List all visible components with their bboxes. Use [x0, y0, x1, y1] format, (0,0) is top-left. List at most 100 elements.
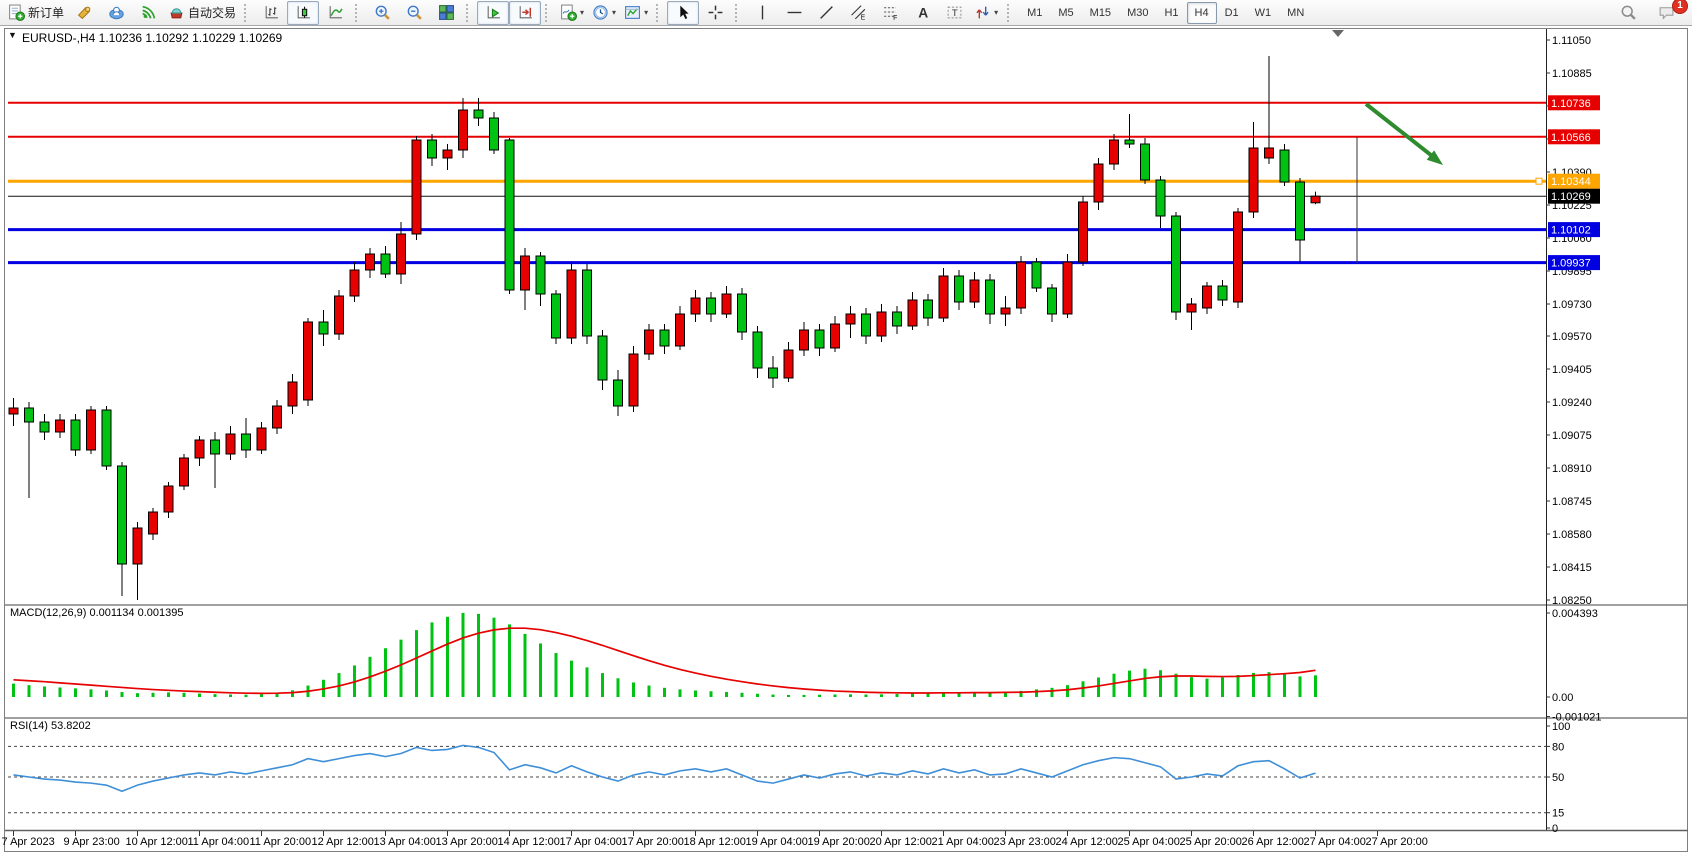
- svg-text:0: 0: [1552, 823, 1558, 835]
- svg-text:10 Apr 12:00: 10 Apr 12:00: [126, 836, 188, 848]
- timeframe-h4-button[interactable]: H4: [1187, 2, 1217, 24]
- chart-shift-button[interactable]: [509, 1, 541, 25]
- crosshair-button[interactable]: [699, 1, 731, 25]
- tile-icon: [438, 4, 455, 21]
- svg-text:24 Apr 12:00: 24 Apr 12:00: [1056, 836, 1118, 848]
- notification-badge: 1: [1672, 0, 1688, 14]
- text-label-button[interactable]: T: [938, 1, 970, 25]
- label-icon: T: [946, 4, 963, 21]
- svg-text:50: 50: [1552, 772, 1564, 784]
- svg-text:21 Apr 04:00: 21 Apr 04:00: [932, 836, 994, 848]
- timeframe-w1-button[interactable]: W1: [1247, 2, 1280, 24]
- svg-text:A: A: [918, 4, 928, 20]
- svg-text:25 Apr 04:00: 25 Apr 04:00: [1118, 836, 1180, 848]
- tile-windows-button[interactable]: [430, 1, 462, 25]
- periods-button[interactable]: ▾: [588, 1, 620, 25]
- search-icon: [1620, 4, 1637, 21]
- svg-text:15: 15: [1552, 808, 1564, 820]
- svg-text:1.08415: 1.08415: [1552, 562, 1592, 574]
- community-button[interactable]: [100, 1, 132, 25]
- dropdown-caret-icon: ▾: [612, 9, 616, 17]
- svg-text:1.08910: 1.08910: [1552, 463, 1592, 475]
- svg-text:1.08250: 1.08250: [1552, 595, 1592, 607]
- zoom-in-icon: [374, 4, 391, 21]
- macd-indicator-label: MACD(12,26,9) 0.001134 0.001395: [10, 607, 183, 619]
- cursor-icon: [675, 4, 692, 21]
- community-icon: [108, 4, 125, 21]
- text-icon: A: [914, 4, 931, 21]
- svg-text:9 Apr 23:00: 9 Apr 23:00: [64, 836, 120, 848]
- svg-text:1.09570: 1.09570: [1552, 331, 1592, 343]
- toolbar-grip: [656, 4, 663, 22]
- svg-text:14 Apr 12:00: 14 Apr 12:00: [498, 836, 560, 848]
- one-click-trading-toggle-icon[interactable]: ▼: [8, 30, 17, 40]
- svg-text:F: F: [893, 15, 897, 21]
- arrows-button[interactable]: ▾: [970, 1, 1002, 25]
- toolbar-grip: [735, 4, 742, 22]
- text-button[interactable]: A: [906, 1, 938, 25]
- new-order-label: 新订单: [28, 4, 64, 21]
- timeframe-d1-button[interactable]: D1: [1217, 2, 1247, 24]
- candlestick-chart-button[interactable]: [287, 1, 319, 25]
- rsi-indicator-label: RSI(14) 53.8202: [10, 720, 91, 732]
- svg-text:25 Apr 20:00: 25 Apr 20:00: [1180, 836, 1242, 848]
- timeframe-toolbar: M1M5M15M30H1H4D1W1MN: [1019, 2, 1312, 24]
- svg-text:0.00: 0.00: [1552, 692, 1573, 704]
- dropdown-caret-icon: ▾: [580, 9, 584, 17]
- auto-scroll-button[interactable]: [477, 1, 509, 25]
- cursor-button[interactable]: [667, 1, 699, 25]
- toolbar-grip: [355, 4, 362, 22]
- timeframe-h1-button[interactable]: H1: [1156, 2, 1186, 24]
- timeframe-m1-button[interactable]: M1: [1019, 2, 1050, 24]
- templates-button[interactable]: ▾: [620, 1, 652, 25]
- trendline-button[interactable]: [810, 1, 842, 25]
- svg-text:27 Apr 04:00: 27 Apr 04:00: [1304, 836, 1366, 848]
- svg-text:1.09730: 1.09730: [1552, 299, 1592, 311]
- svg-text:18 Apr 12:00: 18 Apr 12:00: [684, 836, 746, 848]
- vertical-line-button[interactable]: [746, 1, 778, 25]
- svg-text:1.10344: 1.10344: [1551, 176, 1591, 188]
- svg-text:1.10566: 1.10566: [1551, 132, 1591, 144]
- fibonacci-button[interactable]: F: [874, 1, 906, 25]
- search-button[interactable]: [1612, 1, 1644, 25]
- svg-text:17 Apr 04:00: 17 Apr 04:00: [560, 836, 622, 848]
- svg-text:1.08745: 1.08745: [1552, 496, 1592, 508]
- autotrading-label: 自动交易: [188, 4, 236, 21]
- channel-icon: E: [850, 4, 867, 21]
- chat-button[interactable]: 1: [1650, 1, 1682, 25]
- equidistant-channel-button[interactable]: E: [842, 1, 874, 25]
- vline-icon: [754, 4, 771, 21]
- timeframe-m5-button[interactable]: M5: [1050, 2, 1081, 24]
- signals-button[interactable]: [132, 1, 164, 25]
- svg-text:1.10269: 1.10269: [1551, 191, 1591, 203]
- svg-text:1.10736: 1.10736: [1551, 98, 1591, 110]
- timeframe-m30-button[interactable]: M30: [1119, 2, 1156, 24]
- timeframe-mn-button[interactable]: MN: [1279, 2, 1312, 24]
- svg-text:E: E: [860, 14, 865, 21]
- candlestick-icon: [295, 4, 312, 21]
- svg-text:11 Apr 04:00: 11 Apr 04:00: [188, 836, 250, 848]
- svg-text:7 Apr 2023: 7 Apr 2023: [2, 836, 55, 848]
- line-chart-button[interactable]: [319, 1, 351, 25]
- svg-text:80: 80: [1552, 741, 1564, 753]
- svg-text:19 Apr 20:00: 19 Apr 20:00: [808, 836, 870, 848]
- line-handle[interactable]: [1536, 178, 1542, 184]
- new-order-icon: [8, 4, 25, 21]
- zoom-out-button[interactable]: [398, 1, 430, 25]
- zoom-in-button[interactable]: [366, 1, 398, 25]
- autotrading-icon: [168, 4, 185, 21]
- new-order-button[interactable]: 新订单: [4, 1, 68, 25]
- signals-icon: [140, 4, 157, 21]
- svg-text:0.004393: 0.004393: [1552, 608, 1598, 620]
- bar-chart-button[interactable]: [255, 1, 287, 25]
- autotrading-button[interactable]: 自动交易: [164, 1, 240, 25]
- alerts-button[interactable]: [68, 1, 100, 25]
- svg-text:20 Apr 12:00: 20 Apr 12:00: [870, 836, 932, 848]
- timeframe-m15-button[interactable]: M15: [1082, 2, 1119, 24]
- zoom-out-icon: [406, 4, 423, 21]
- template-icon: [624, 4, 641, 21]
- indicators-button[interactable]: ▾: [556, 1, 588, 25]
- svg-text:1.09405: 1.09405: [1552, 364, 1592, 376]
- svg-text:1.11050: 1.11050: [1552, 35, 1591, 47]
- horizontal-line-button[interactable]: [778, 1, 810, 25]
